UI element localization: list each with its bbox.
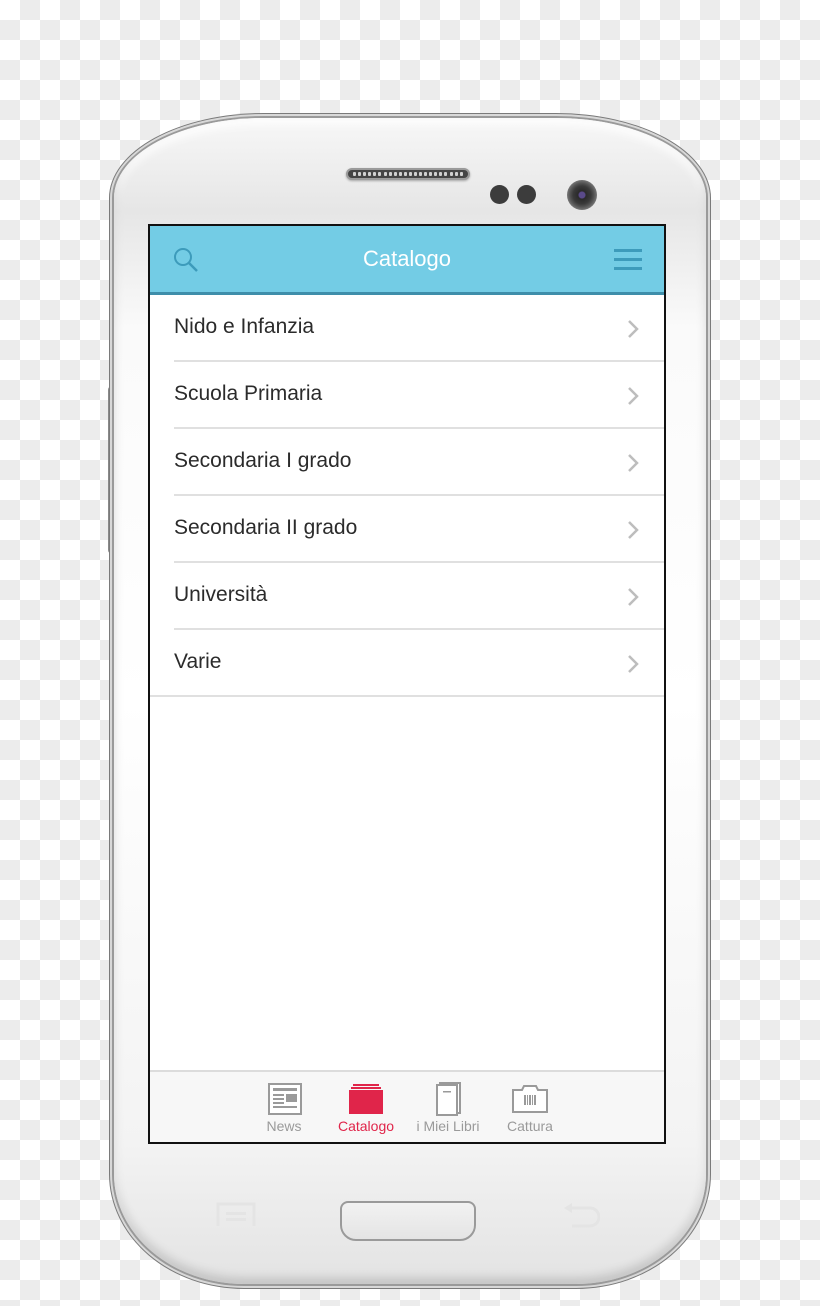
tab-news[interactable]: News: [243, 1072, 325, 1142]
list-item[interactable]: Scuola Primaria: [150, 362, 664, 429]
catalog-list: Nido e Infanzia Scuola Primaria Secondar…: [150, 295, 664, 697]
list-item-label: Scuola Primaria: [174, 382, 323, 405]
tab-label: News: [266, 1118, 302, 1134]
tab-label: Cattura: [507, 1118, 553, 1134]
chevron-right-icon: [628, 655, 639, 673]
front-camera: [567, 180, 597, 210]
home-button[interactable]: [340, 1201, 476, 1241]
book-icon: [436, 1082, 461, 1116]
list-item-label: Varie: [174, 650, 222, 673]
chevron-right-icon: [628, 454, 639, 472]
chevron-right-icon: [628, 387, 639, 405]
list-item[interactable]: Secondaria II grado: [150, 496, 664, 563]
tab-cattura[interactable]: Cattura: [489, 1072, 571, 1142]
barcode-camera-icon: [512, 1085, 548, 1113]
light-sensor: [517, 185, 536, 204]
earpiece-speaker: [346, 168, 470, 180]
list-item-label: Secondaria II grado: [174, 516, 358, 539]
menu-key-icon[interactable]: [216, 1202, 256, 1228]
list-item-label: Secondaria I grado: [174, 449, 352, 472]
page-title: Catalogo: [362, 246, 452, 271]
hamburger-menu-icon[interactable]: [614, 248, 642, 272]
newspaper-icon: [268, 1083, 302, 1115]
chevron-right-icon: [628, 588, 639, 606]
tab-label: i Miei Libri: [416, 1118, 480, 1134]
list-item[interactable]: Secondaria I grado: [150, 429, 664, 496]
tab-i-miei-libri[interactable]: i Miei Libri: [407, 1072, 489, 1142]
list-item[interactable]: Nido e Infanzia: [150, 295, 664, 362]
list-item-label: Nido e Infanzia: [174, 315, 315, 338]
stacked-folder-icon: [349, 1084, 383, 1114]
list-item[interactable]: Varie: [150, 630, 664, 697]
proximity-sensor: [490, 185, 509, 204]
chevron-right-icon: [628, 521, 639, 539]
chevron-right-icon: [628, 320, 639, 338]
list-item[interactable]: Università: [150, 563, 664, 630]
tab-catalogo[interactable]: Catalogo: [325, 1072, 407, 1142]
app-header: Catalogo: [150, 226, 664, 295]
tab-label: Catalogo: [337, 1118, 395, 1134]
app-screen: Catalogo Nido e Infanzia Scuola Primaria…: [148, 224, 666, 1144]
list-item-label: Università: [174, 583, 268, 606]
bottom-tab-bar: News Catalogo i Miei Libri Cattura: [150, 1070, 664, 1142]
back-key-icon[interactable]: [562, 1202, 600, 1228]
